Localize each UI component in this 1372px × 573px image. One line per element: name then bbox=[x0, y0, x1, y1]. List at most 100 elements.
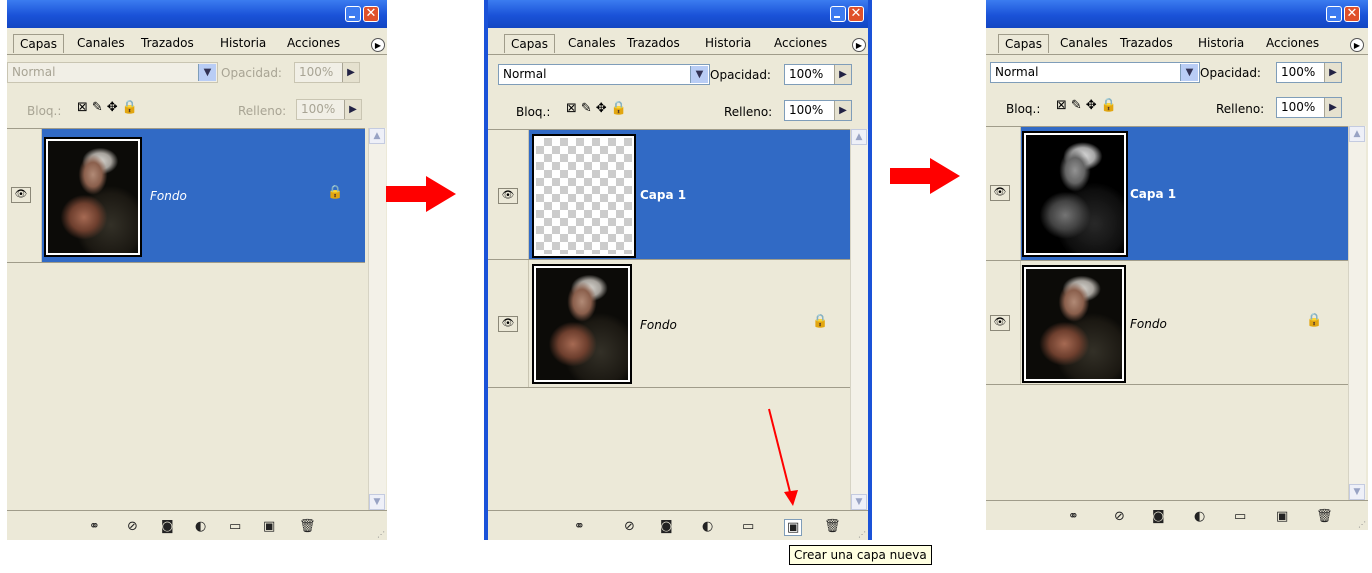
scroll-down-icon[interactable]: ▼ bbox=[851, 494, 867, 510]
scroll-down-icon[interactable]: ▼ bbox=[369, 494, 385, 510]
blend-mode-select[interactable]: Normal ▼ bbox=[498, 64, 710, 85]
eye-icon[interactable]: 👁 bbox=[11, 187, 31, 203]
blend-mode-select[interactable]: Normal ▼ bbox=[990, 62, 1200, 83]
layer-row-capa-1[interactable]: 👁 Capa 1 bbox=[986, 127, 1348, 261]
close-icon[interactable]: ✕ bbox=[1344, 6, 1360, 22]
lock-options-icons[interactable]: ⊠✎✥🔒 bbox=[1056, 98, 1121, 113]
mask-icon[interactable]: ◙ bbox=[161, 519, 174, 534]
layer-row-fondo[interactable]: 👁 Fondo 🔒 bbox=[986, 261, 1348, 385]
tab-canales[interactable]: Canales bbox=[568, 36, 616, 50]
lock-icon: 🔒 bbox=[327, 185, 344, 200]
adjustment-icon[interactable]: ◐ bbox=[702, 519, 713, 534]
tab-historia[interactable]: Historia bbox=[1198, 36, 1244, 50]
eye-icon[interactable]: 👁 bbox=[498, 316, 518, 332]
fill-field[interactable]: 100% ▶ bbox=[296, 99, 362, 120]
eye-icon[interactable]: 👁 bbox=[990, 315, 1010, 331]
eye-column: 👁 bbox=[986, 261, 1021, 384]
adjustment-icon[interactable]: ◐ bbox=[195, 519, 206, 534]
folder-icon[interactable]: ▭ bbox=[229, 519, 241, 534]
slider-arrow-icon[interactable]: ▶ bbox=[834, 101, 851, 120]
lock-label: Bloq.: bbox=[516, 105, 551, 119]
tab-trazados[interactable]: Trazados bbox=[1120, 36, 1173, 50]
lock-icon: 🔒 bbox=[1306, 313, 1323, 328]
tab-trazados[interactable]: Trazados bbox=[627, 36, 680, 50]
lock-options-icons[interactable]: ⊠✎✥🔒 bbox=[566, 101, 631, 116]
layer-style-icon[interactable]: ⊘ bbox=[1114, 509, 1125, 524]
tab-acciones[interactable]: Acciones bbox=[1266, 36, 1319, 50]
new-layer-icon[interactable]: ▣ bbox=[263, 519, 275, 534]
blend-row: Normal ▼ Opacidad: 100% ▶ bbox=[986, 58, 1368, 86]
layer-thumbnail bbox=[532, 264, 632, 384]
tab-canales[interactable]: Canales bbox=[1060, 36, 1108, 50]
tab-trazados[interactable]: Trazados bbox=[141, 36, 194, 50]
pointer-arrow bbox=[768, 408, 798, 506]
folder-icon[interactable]: ▭ bbox=[742, 519, 754, 534]
slider-arrow-icon[interactable]: ▶ bbox=[1324, 63, 1341, 82]
tab-acciones[interactable]: Acciones bbox=[774, 36, 827, 50]
scroll-up-icon[interactable]: ▲ bbox=[369, 128, 385, 144]
tab-capas[interactable]: Capas bbox=[998, 34, 1049, 53]
eye-column: 👁 bbox=[488, 260, 529, 387]
layer-style-icon[interactable]: ⊘ bbox=[127, 519, 138, 534]
scroll-up-icon[interactable]: ▲ bbox=[851, 129, 867, 145]
fill-field[interactable]: 100% ▶ bbox=[784, 100, 852, 121]
new-layer-icon[interactable]: ▣ bbox=[1276, 509, 1288, 524]
slider-arrow-icon[interactable]: ▶ bbox=[1324, 98, 1341, 117]
trash-icon[interactable]: 🗑 bbox=[1316, 509, 1333, 524]
opacity-field[interactable]: 100% ▶ bbox=[294, 62, 360, 83]
link-icon[interactable]: ⚭ bbox=[1068, 509, 1079, 524]
lock-icon: 🔒 bbox=[812, 314, 829, 329]
adjustment-icon[interactable]: ◐ bbox=[1194, 509, 1205, 524]
tab-capas[interactable]: Capas bbox=[13, 34, 64, 53]
slider-arrow-icon[interactable]: ▶ bbox=[344, 100, 361, 119]
tab-capas[interactable]: Capas bbox=[504, 34, 555, 53]
eye-icon[interactable]: 👁 bbox=[498, 188, 518, 204]
mask-icon[interactable]: ◙ bbox=[1152, 509, 1165, 524]
trash-icon[interactable]: 🗑 bbox=[824, 519, 841, 534]
blend-mode-value: Normal bbox=[995, 65, 1039, 79]
fill-field[interactable]: 100% ▶ bbox=[1276, 97, 1342, 118]
layer-row-fondo[interactable]: 👁 Fondo 🔒 bbox=[488, 260, 850, 388]
link-icon[interactable]: ⚭ bbox=[574, 519, 585, 534]
layer-list: 👁 Fondo 🔒 bbox=[7, 128, 365, 511]
lock-options-icons[interactable]: ⊠✎✥🔒 bbox=[77, 100, 142, 115]
opacity-label: Opacidad: bbox=[710, 68, 771, 82]
panel-menu-icon[interactable]: ▶ bbox=[371, 38, 385, 52]
tab-historia[interactable]: Historia bbox=[705, 36, 751, 50]
panel-menu-icon[interactable]: ▶ bbox=[1350, 38, 1364, 52]
red-arrow-right bbox=[386, 176, 456, 212]
scroll-up-icon[interactable]: ▲ bbox=[1349, 126, 1365, 142]
layers-panel-3: ✕ Capas Canales Trazados Historia Accion… bbox=[986, 0, 1368, 530]
tab-canales[interactable]: Canales bbox=[77, 36, 125, 50]
layer-row-capa-1[interactable]: 👁 Capa 1 bbox=[488, 130, 850, 260]
close-icon[interactable]: ✕ bbox=[363, 6, 379, 22]
resize-grip[interactable]: ⋰ bbox=[1358, 520, 1366, 529]
layer-style-icon[interactable]: ⊘ bbox=[624, 519, 635, 534]
link-icon[interactable]: ⚭ bbox=[89, 519, 100, 534]
layer-row-fondo[interactable]: 👁 Fondo 🔒 bbox=[7, 129, 365, 263]
resize-grip[interactable]: ⋰ bbox=[858, 530, 866, 539]
minimize-icon[interactable] bbox=[830, 6, 846, 22]
scroll-down-icon[interactable]: ▼ bbox=[1349, 484, 1365, 500]
opacity-field[interactable]: 100% ▶ bbox=[784, 64, 852, 85]
blend-mode-select[interactable]: Normal ▼ bbox=[7, 62, 218, 83]
tab-acciones[interactable]: Acciones bbox=[287, 36, 340, 50]
scrollbar[interactable]: ▲ ▼ bbox=[850, 129, 868, 510]
panel-menu-icon[interactable]: ▶ bbox=[852, 38, 866, 52]
minimize-icon[interactable] bbox=[345, 6, 361, 22]
eye-icon[interactable]: 👁 bbox=[990, 185, 1010, 201]
close-icon[interactable]: ✕ bbox=[848, 6, 864, 22]
scrollbar[interactable]: ▲ ▼ bbox=[1348, 126, 1366, 500]
opacity-field[interactable]: 100% ▶ bbox=[1276, 62, 1342, 83]
trash-icon[interactable]: 🗑 bbox=[299, 519, 316, 534]
layers-panel-2: ✕ Capas Canales Trazados Historia Accion… bbox=[484, 0, 872, 540]
new-layer-icon[interactable]: ▣ bbox=[784, 519, 803, 536]
minimize-icon[interactable] bbox=[1326, 6, 1342, 22]
mask-icon[interactable]: ◙ bbox=[660, 519, 673, 534]
slider-arrow-icon[interactable]: ▶ bbox=[834, 65, 851, 84]
slider-arrow-icon[interactable]: ▶ bbox=[342, 63, 359, 82]
resize-grip[interactable]: ⋰ bbox=[377, 530, 385, 539]
folder-icon[interactable]: ▭ bbox=[1234, 509, 1246, 524]
opacity-value: 100% bbox=[299, 65, 334, 79]
tab-historia[interactable]: Historia bbox=[220, 36, 266, 50]
